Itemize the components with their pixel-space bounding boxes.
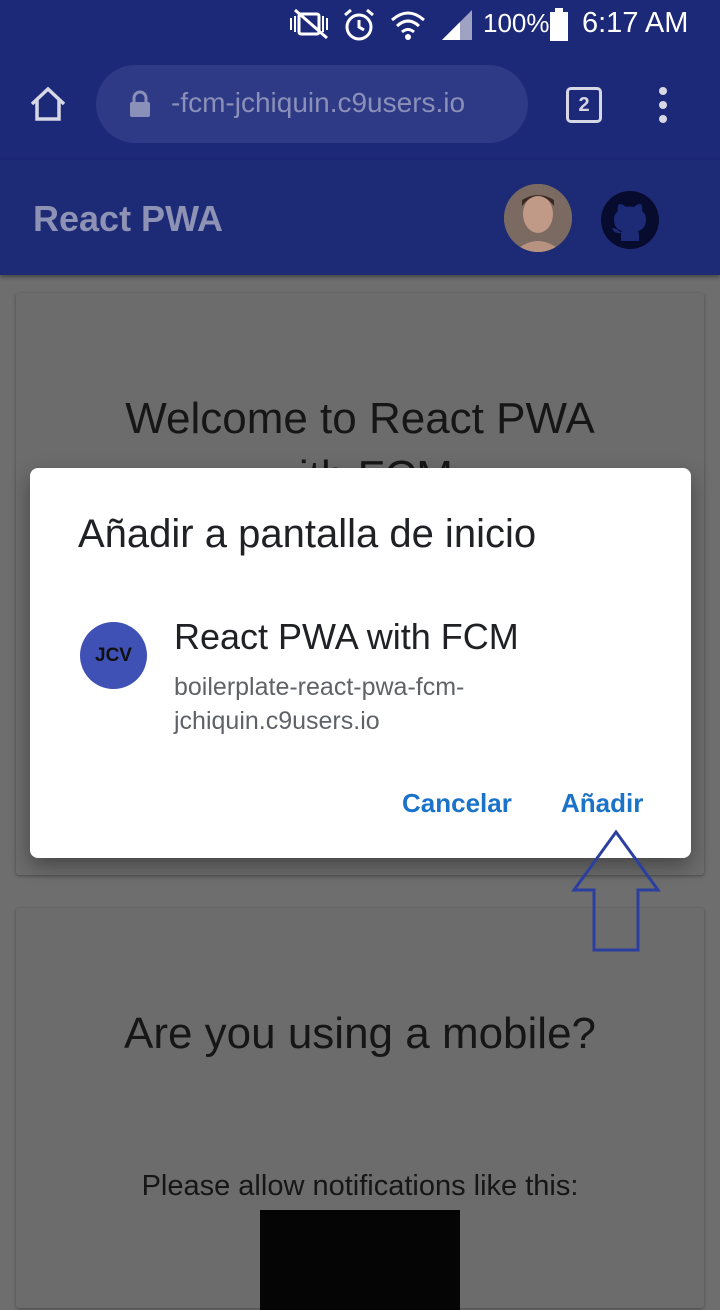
signal-icon	[440, 8, 474, 47]
app-header: React PWA	[0, 160, 720, 275]
notifications-text: Please allow notifications like this:	[141, 1170, 579, 1202]
vibrate-mute-icon	[287, 8, 333, 45]
alarm-icon	[342, 8, 376, 47]
overflow-menu-icon[interactable]	[657, 85, 669, 130]
dialog-title: Añadir a pantalla de inicio	[78, 512, 537, 556]
github-icon[interactable]	[601, 191, 659, 254]
battery-icon	[549, 8, 569, 47]
status-bar: 100% 6:17 AM	[0, 0, 720, 50]
app-name: React PWA with FCM	[174, 616, 519, 657]
lock-icon	[128, 89, 152, 124]
url-text: -fcm-jchiquin.c9users.io	[171, 87, 466, 118]
app-icon: JCV	[80, 622, 147, 689]
battery-percent: 100%	[483, 8, 550, 38]
home-icon[interactable]	[28, 84, 68, 129]
notification-example-image	[260, 1210, 460, 1310]
wifi-icon	[390, 8, 426, 47]
clock: 6:17 AM	[582, 7, 689, 39]
mobile-heading: Are you using a mobile?	[123, 1009, 597, 1058]
up-arrow-annotation-icon	[570, 828, 662, 959]
browser-toolbar: -fcm-jchiquin.c9users.io 2	[0, 50, 720, 160]
welcome-heading: Welcome to React PWA	[125, 394, 595, 443]
add-to-homescreen-dialog: Añadir a pantalla de inicio JCV React PW…	[30, 468, 691, 858]
tab-switcher-button[interactable]: 2	[566, 87, 602, 123]
cancel-button[interactable]: Cancelar	[402, 788, 512, 819]
app-url-line1: boilerplate-react-pwa-fcm-	[174, 673, 465, 701]
app-icon-text: JCV	[95, 644, 132, 666]
app-url: boilerplate-react-pwa-fcm- jchiquin.c9us…	[174, 670, 544, 738]
mobile-card: Are you using a mobile? Please allow not…	[16, 908, 704, 1310]
address-bar[interactable]: -fcm-jchiquin.c9users.io	[96, 65, 528, 143]
app-title: React PWA	[33, 198, 224, 239]
add-button[interactable]: Añadir	[561, 788, 643, 819]
avatar[interactable]	[504, 184, 572, 252]
app-url-line2: jchiquin.c9users.io	[174, 707, 380, 735]
